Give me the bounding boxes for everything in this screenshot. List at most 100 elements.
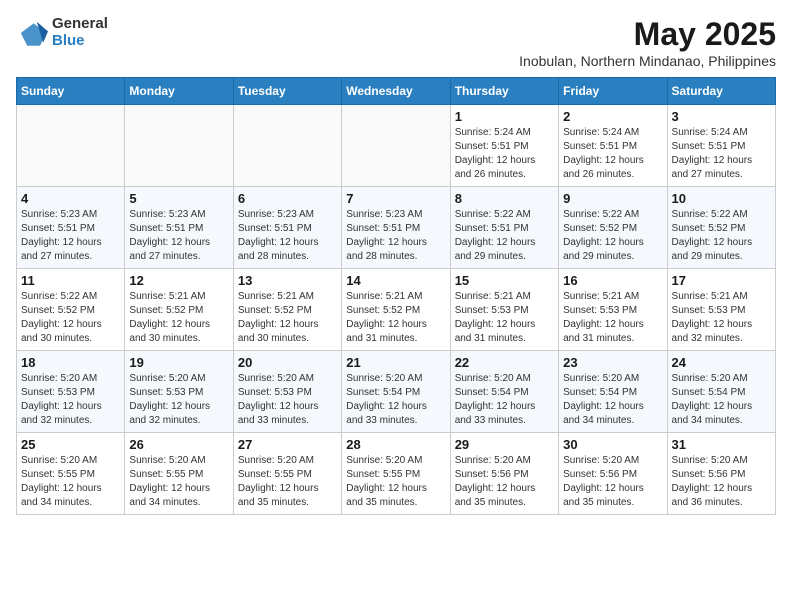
day-info: Sunrise: 5:22 AM Sunset: 5:52 PM Dayligh…: [563, 208, 662, 264]
calendar-cell: 6 Sunrise: 5:23 AM Sunset: 5:51 PM Daylig…: [233, 187, 341, 269]
day-info: Sunrise: 5:20 AM Sunset: 5:54 PM Dayligh…: [563, 372, 662, 428]
calendar-week-5: 25 Sunrise: 5:20 AM Sunset: 5:55 PM Dayli…: [17, 433, 776, 515]
logo-text: General Blue: [52, 16, 108, 49]
day-number: 9: [563, 191, 662, 206]
calendar-cell: 23 Sunrise: 5:20 AM Sunset: 5:54 PM Dayli…: [559, 351, 667, 433]
day-number: 20: [238, 355, 337, 370]
day-number: 31: [672, 437, 771, 452]
day-info: Sunrise: 5:20 AM Sunset: 5:56 PM Dayligh…: [455, 454, 554, 510]
calendar-cell: 2 Sunrise: 5:24 AM Sunset: 5:51 PM Daylig…: [559, 105, 667, 187]
day-info: Sunrise: 5:20 AM Sunset: 5:55 PM Dayligh…: [346, 454, 445, 510]
calendar-cell: 3 Sunrise: 5:24 AM Sunset: 5:51 PM Daylig…: [667, 105, 775, 187]
calendar-cell: 15 Sunrise: 5:21 AM Sunset: 5:53 PM Dayli…: [450, 269, 558, 351]
calendar-cell: 7 Sunrise: 5:23 AM Sunset: 5:51 PM Daylig…: [342, 187, 450, 269]
calendar-cell: 1Sunrise: 5:24 AM Sunset: 5:51 PM Daylig…: [450, 105, 558, 187]
day-info: Sunrise: 5:20 AM Sunset: 5:56 PM Dayligh…: [563, 454, 662, 510]
day-info: Sunrise: 5:20 AM Sunset: 5:55 PM Dayligh…: [238, 454, 337, 510]
calendar-cell: 21Sunrise: 5:20 AM Sunset: 5:54 PM Dayli…: [342, 351, 450, 433]
day-number: 5: [129, 191, 228, 206]
day-number: 19: [129, 355, 228, 370]
calendar-cell: 4 Sunrise: 5:23 AM Sunset: 5:51 PM Daylig…: [17, 187, 125, 269]
calendar-cell: 22 Sunrise: 5:20 AM Sunset: 5:54 PM Dayli…: [450, 351, 558, 433]
day-info: Sunrise: 5:20 AM Sunset: 5:54 PM Dayligh…: [455, 372, 554, 428]
calendar-cell: 25 Sunrise: 5:20 AM Sunset: 5:55 PM Dayli…: [17, 433, 125, 515]
header-day-sunday: Sunday: [17, 78, 125, 105]
calendar-cell: 13Sunrise: 5:21 AM Sunset: 5:52 PM Dayli…: [233, 269, 341, 351]
header-day-monday: Monday: [125, 78, 233, 105]
day-number: 25: [21, 437, 120, 452]
header-day-saturday: Saturday: [667, 78, 775, 105]
day-number: 10: [672, 191, 771, 206]
calendar-cell: 29 Sunrise: 5:20 AM Sunset: 5:56 PM Dayli…: [450, 433, 558, 515]
header-day-tuesday: Tuesday: [233, 78, 341, 105]
day-info: Sunrise: 5:20 AM Sunset: 5:53 PM Dayligh…: [21, 372, 120, 428]
day-info: Sunrise: 5:22 AM Sunset: 5:51 PM Dayligh…: [455, 208, 554, 264]
day-number: 4: [21, 191, 120, 206]
day-info: Sunrise: 5:23 AM Sunset: 5:51 PM Dayligh…: [346, 208, 445, 264]
calendar-cell: 26 Sunrise: 5:20 AM Sunset: 5:55 PM Dayli…: [125, 433, 233, 515]
day-number: 14: [346, 273, 445, 288]
day-number: 23: [563, 355, 662, 370]
day-number: 1: [455, 109, 554, 124]
day-number: 16: [563, 273, 662, 288]
page-header: General Blue May 2025 Inobulan, Northern…: [16, 16, 776, 69]
calendar-location: Inobulan, Northern Mindanao, Philippines: [519, 53, 776, 69]
day-info: Sunrise: 5:21 AM Sunset: 5:53 PM Dayligh…: [672, 290, 771, 346]
day-number: 7: [346, 191, 445, 206]
calendar-week-3: 11Sunrise: 5:22 AM Sunset: 5:52 PM Dayli…: [17, 269, 776, 351]
calendar-cell: 8 Sunrise: 5:22 AM Sunset: 5:51 PM Daylig…: [450, 187, 558, 269]
day-info: Sunrise: 5:21 AM Sunset: 5:53 PM Dayligh…: [455, 290, 554, 346]
day-info: Sunrise: 5:20 AM Sunset: 5:55 PM Dayligh…: [129, 454, 228, 510]
calendar-cell: 5 Sunrise: 5:23 AM Sunset: 5:51 PM Daylig…: [125, 187, 233, 269]
header-row: SundayMondayTuesdayWednesdayThursdayFrid…: [17, 78, 776, 105]
day-number: 12: [129, 273, 228, 288]
day-number: 27: [238, 437, 337, 452]
header-day-wednesday: Wednesday: [342, 78, 450, 105]
day-number: 29: [455, 437, 554, 452]
logo-general-text: General: [52, 16, 108, 33]
day-info: Sunrise: 5:23 AM Sunset: 5:51 PM Dayligh…: [129, 208, 228, 264]
calendar-title: May 2025: [519, 16, 776, 53]
calendar-header: SundayMondayTuesdayWednesdayThursdayFrid…: [17, 78, 776, 105]
day-number: 21: [346, 355, 445, 370]
calendar-table: SundayMondayTuesdayWednesdayThursdayFrid…: [16, 77, 776, 515]
day-number: 6: [238, 191, 337, 206]
day-number: 28: [346, 437, 445, 452]
day-info: Sunrise: 5:23 AM Sunset: 5:51 PM Dayligh…: [238, 208, 337, 264]
calendar-cell: [125, 105, 233, 187]
calendar-cell: 16 Sunrise: 5:21 AM Sunset: 5:53 PM Dayli…: [559, 269, 667, 351]
day-info: Sunrise: 5:24 AM Sunset: 5:51 PM Dayligh…: [672, 126, 771, 182]
day-info: Sunrise: 5:23 AM Sunset: 5:51 PM Dayligh…: [21, 208, 120, 264]
logo-blue-text: Blue: [52, 33, 108, 50]
day-info: Sunrise: 5:21 AM Sunset: 5:52 PM Dayligh…: [346, 290, 445, 346]
day-number: 26: [129, 437, 228, 452]
day-number: 8: [455, 191, 554, 206]
day-info: Sunrise: 5:20 AM Sunset: 5:55 PM Dayligh…: [21, 454, 120, 510]
calendar-week-2: 4 Sunrise: 5:23 AM Sunset: 5:51 PM Daylig…: [17, 187, 776, 269]
calendar-week-4: 18Sunrise: 5:20 AM Sunset: 5:53 PM Dayli…: [17, 351, 776, 433]
day-number: 13: [238, 273, 337, 288]
calendar-cell: [342, 105, 450, 187]
day-number: 30: [563, 437, 662, 452]
calendar-body: 1 Sunrise: 5:24 AM Sunset: 5:51 PM Daylig…: [17, 105, 776, 515]
calendar-cell: 19Sunrise: 5:20 AM Sunset: 5:53 PM Dayli…: [125, 351, 233, 433]
calendar-cell: 30 Sunrise: 5:20 AM Sunset: 5:56 PM Dayli…: [559, 433, 667, 515]
calendar-cell: 24Sunrise: 5:20 AM Sunset: 5:54 PM Dayli…: [667, 351, 775, 433]
calendar-cell: 9 Sunrise: 5:22 AM Sunset: 5:52 PM Daylig…: [559, 187, 667, 269]
day-number: 2: [563, 109, 662, 124]
calendar-cell: 11Sunrise: 5:22 AM Sunset: 5:52 PM Dayli…: [17, 269, 125, 351]
calendar-cell: 28 Sunrise: 5:20 AM Sunset: 5:55 PM Dayli…: [342, 433, 450, 515]
calendar-cell: 27 Sunrise: 5:20 AM Sunset: 5:55 PM Dayli…: [233, 433, 341, 515]
day-number: 22: [455, 355, 554, 370]
calendar-cell: 17Sunrise: 5:21 AM Sunset: 5:53 PM Dayli…: [667, 269, 775, 351]
day-info: Sunrise: 5:20 AM Sunset: 5:56 PM Dayligh…: [672, 454, 771, 510]
header-day-thursday: Thursday: [450, 78, 558, 105]
day-number: 3: [672, 109, 771, 124]
day-info: Sunrise: 5:20 AM Sunset: 5:53 PM Dayligh…: [238, 372, 337, 428]
calendar-cell: 31 Sunrise: 5:20 AM Sunset: 5:56 PM Dayli…: [667, 433, 775, 515]
day-number: 15: [455, 273, 554, 288]
header-day-friday: Friday: [559, 78, 667, 105]
day-info: Sunrise: 5:21 AM Sunset: 5:53 PM Dayligh…: [563, 290, 662, 346]
day-info: Sunrise: 5:24 AM Sunset: 5:51 PM Dayligh…: [563, 126, 662, 182]
day-info: Sunrise: 5:21 AM Sunset: 5:52 PM Dayligh…: [129, 290, 228, 346]
